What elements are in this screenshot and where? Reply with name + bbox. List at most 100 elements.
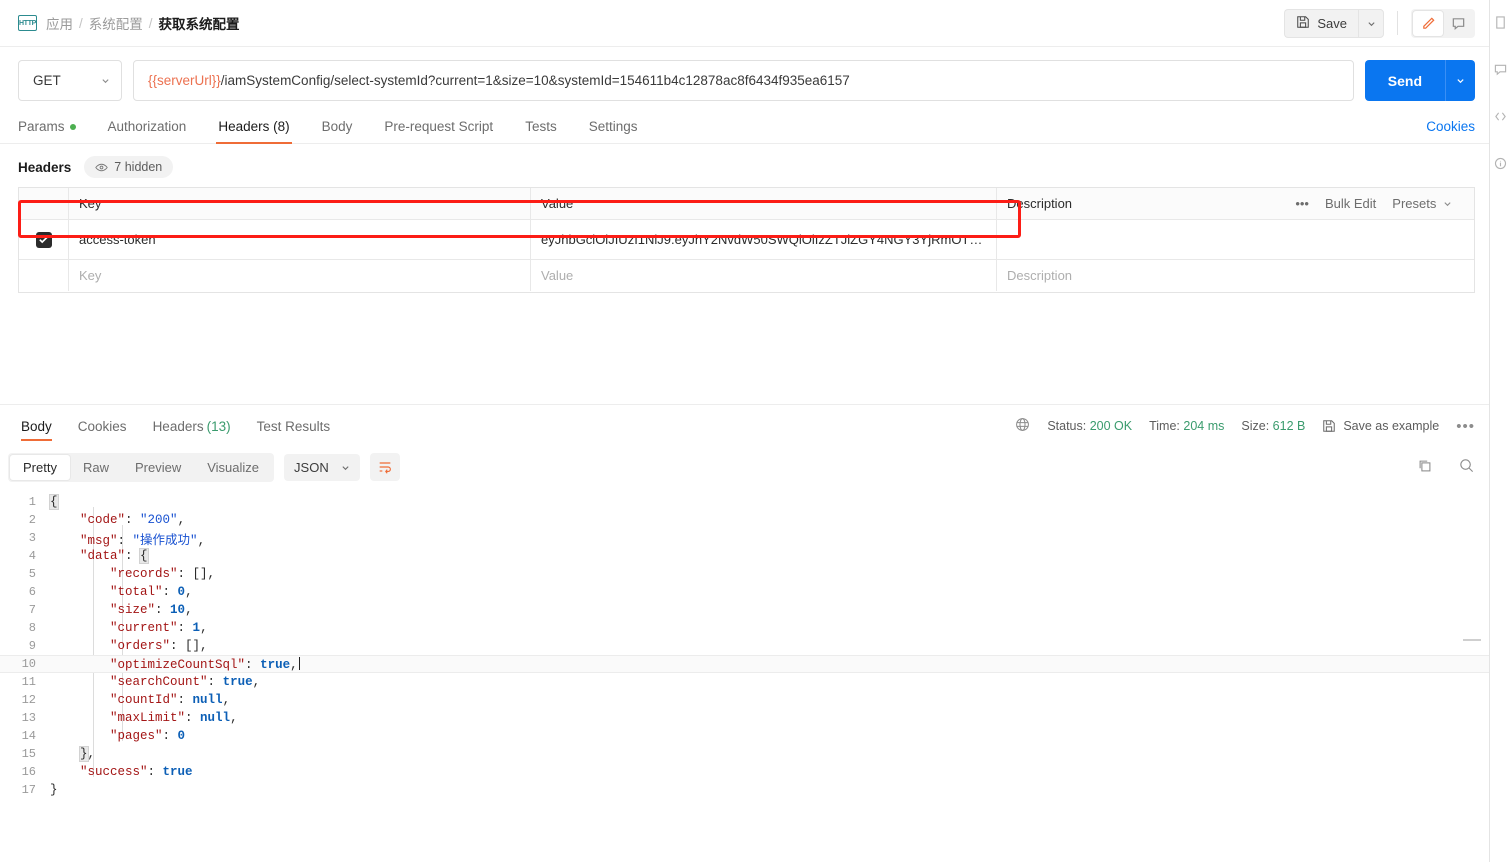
chevron-down-icon bbox=[1367, 21, 1375, 26]
divider bbox=[1397, 11, 1398, 35]
bulk-edit-button[interactable]: Bulk Edit bbox=[1325, 196, 1376, 211]
code-text: "orders": [], bbox=[110, 639, 208, 653]
info-icon[interactable] bbox=[1494, 157, 1507, 170]
tab-response-headers-label: Headers bbox=[152, 418, 204, 434]
ellipsis-icon[interactable]: ••• bbox=[1295, 196, 1309, 211]
response-body-viewer[interactable]: 1{2 "code": "200", 3 "msg": "操作成功", 4 "dat… bbox=[0, 487, 1489, 799]
tab-settings[interactable]: Settings bbox=[589, 113, 638, 143]
send-button[interactable]: Send bbox=[1364, 60, 1445, 101]
copy-icon[interactable] bbox=[1417, 458, 1433, 477]
headers-table-header: Key Value Description ••• Bulk Edit Pres… bbox=[19, 188, 1474, 220]
headers-title: Headers bbox=[18, 159, 72, 175]
code-line: 3 "msg": "操作成功", bbox=[0, 529, 1489, 548]
save-as-example-button[interactable]: Save as example bbox=[1322, 419, 1439, 433]
line-number: 9 bbox=[28, 639, 36, 653]
tab-pre-request-script[interactable]: Pre-request Script bbox=[384, 113, 493, 143]
code-lines: 1{2 "code": "200", 3 "msg": "操作成功", 4 "dat… bbox=[0, 493, 1489, 799]
chevron-down-icon bbox=[1457, 79, 1464, 84]
tab-response-body[interactable]: Body bbox=[21, 405, 52, 447]
chevron-down-icon bbox=[102, 79, 109, 84]
documentation-icon[interactable] bbox=[1494, 16, 1507, 29]
http-method-selector[interactable]: GET bbox=[18, 60, 122, 101]
line-number: 4 bbox=[28, 549, 36, 563]
breadcrumb: HTTP 应用 / 系统配置 / 获取系统配置 bbox=[18, 13, 1284, 33]
select-all-cell bbox=[19, 188, 69, 219]
breadcrumb-separator: / bbox=[148, 15, 153, 31]
code-line: 9 "orders": [], bbox=[0, 637, 1489, 655]
request-url-input[interactable]: {{serverUrl}}/iamSystemConfig/select-sys… bbox=[133, 60, 1354, 101]
code-text: "current": 1, bbox=[110, 621, 208, 635]
code-line: 2 "code": "200", bbox=[0, 511, 1489, 529]
format-visualize-button[interactable]: Visualize bbox=[194, 455, 272, 480]
breadcrumb-item-folder[interactable]: 系统配置 bbox=[89, 13, 143, 33]
globe-icon[interactable] bbox=[1015, 417, 1030, 435]
tab-response-cookies[interactable]: Cookies bbox=[78, 405, 127, 447]
code-snippet-icon[interactable] bbox=[1494, 110, 1507, 123]
response-more-icon[interactable]: ••• bbox=[1456, 418, 1475, 435]
hidden-headers-badge[interactable]: 7 hidden bbox=[84, 156, 174, 178]
line-number: 3 bbox=[28, 531, 36, 545]
table-row[interactable]: Key Value Description bbox=[19, 260, 1474, 292]
code-text: { bbox=[49, 494, 59, 510]
code-line: 12 "countId": null, bbox=[0, 691, 1489, 709]
header-key-input[interactable]: access-token bbox=[69, 220, 531, 259]
format-pretty-button[interactable]: Pretty bbox=[10, 454, 70, 480]
save-options-button[interactable] bbox=[1358, 8, 1384, 38]
tab-body[interactable]: Body bbox=[322, 113, 353, 143]
tab-headers[interactable]: Headers (8) bbox=[216, 113, 292, 144]
code-text: "maxLimit": null, bbox=[110, 711, 238, 725]
response-pane: Body Cookies Headers (13) Test Results S… bbox=[0, 404, 1489, 799]
save-group: Save bbox=[1284, 8, 1384, 38]
response-language-selector[interactable]: JSON bbox=[284, 453, 360, 481]
tab-params[interactable]: Params bbox=[18, 113, 76, 143]
new-header-key-input[interactable]: Key bbox=[69, 260, 531, 291]
line-number: 2 bbox=[28, 513, 36, 527]
column-description: Description ••• Bulk Edit Presets bbox=[997, 188, 1474, 219]
format-preview-button[interactable]: Preview bbox=[122, 455, 194, 480]
breadcrumb-item-request[interactable]: 获取系统配置 bbox=[159, 13, 240, 33]
send-options-button[interactable] bbox=[1445, 60, 1475, 101]
comment-mode-button[interactable] bbox=[1443, 11, 1473, 36]
tab-tests[interactable]: Tests bbox=[525, 113, 557, 143]
headers-title-row: Headers 7 hidden bbox=[0, 144, 1489, 187]
header-value-input[interactable]: eyJhbGciOiJIUzI1NiJ9.eyJhY2NvdW50SWQiOiI… bbox=[531, 220, 997, 259]
view-mode-group bbox=[1411, 8, 1475, 38]
top-bar: HTTP 应用 / 系统配置 / 获取系统配置 Save bbox=[0, 0, 1489, 47]
header-description-input[interactable] bbox=[997, 220, 1474, 259]
main-area: HTTP 应用 / 系统配置 / 获取系统配置 Save GET {{serve… bbox=[0, 0, 1489, 862]
code-text: "countId": null, bbox=[110, 693, 231, 707]
checkmark-icon bbox=[39, 236, 48, 244]
code-text: } bbox=[50, 783, 58, 797]
format-raw-button[interactable]: Raw bbox=[70, 455, 122, 480]
edit-mode-button[interactable] bbox=[1413, 10, 1443, 36]
new-header-value-input[interactable]: Value bbox=[531, 260, 997, 291]
eye-icon bbox=[95, 163, 109, 171]
tab-test-results[interactable]: Test Results bbox=[257, 405, 331, 447]
header-enabled-checkbox[interactable] bbox=[35, 231, 52, 248]
chevron-down-icon bbox=[1444, 202, 1451, 207]
cookies-link[interactable]: Cookies bbox=[1426, 119, 1475, 143]
time-label: Time: bbox=[1149, 419, 1180, 433]
new-header-description-input[interactable]: Description bbox=[997, 260, 1474, 291]
code-text: "records": [], bbox=[110, 567, 216, 581]
code-line: 8 "current": 1, bbox=[0, 619, 1489, 637]
search-icon[interactable] bbox=[1458, 457, 1475, 477]
save-button[interactable]: Save bbox=[1284, 8, 1358, 38]
line-number: 10 bbox=[21, 657, 36, 671]
line-number: 8 bbox=[28, 621, 36, 635]
top-actions: Save bbox=[1284, 8, 1475, 38]
comments-icon[interactable] bbox=[1494, 63, 1507, 76]
breadcrumb-item-collection[interactable]: 应用 bbox=[46, 13, 73, 33]
presets-button[interactable]: Presets bbox=[1392, 196, 1452, 211]
tab-authorization[interactable]: Authorization bbox=[108, 113, 187, 143]
table-row[interactable]: access-token eyJhbGciOiJIUzI1NiJ9.eyJhY2… bbox=[19, 220, 1474, 260]
request-url-row: GET {{serverUrl}}/iamSystemConfig/select… bbox=[0, 47, 1489, 101]
headers-table: Key Value Description ••• Bulk Edit Pres… bbox=[18, 187, 1475, 293]
line-number: 11 bbox=[21, 675, 36, 689]
floppy-disk-icon bbox=[1323, 420, 1336, 432]
code-text: "searchCount": true, bbox=[110, 675, 261, 689]
tab-response-headers[interactable]: Headers (13) bbox=[153, 405, 231, 447]
code-line: 11 "searchCount": true, bbox=[0, 673, 1489, 691]
url-variable: {{serverUrl}} bbox=[148, 73, 221, 88]
word-wrap-button[interactable] bbox=[369, 453, 400, 481]
